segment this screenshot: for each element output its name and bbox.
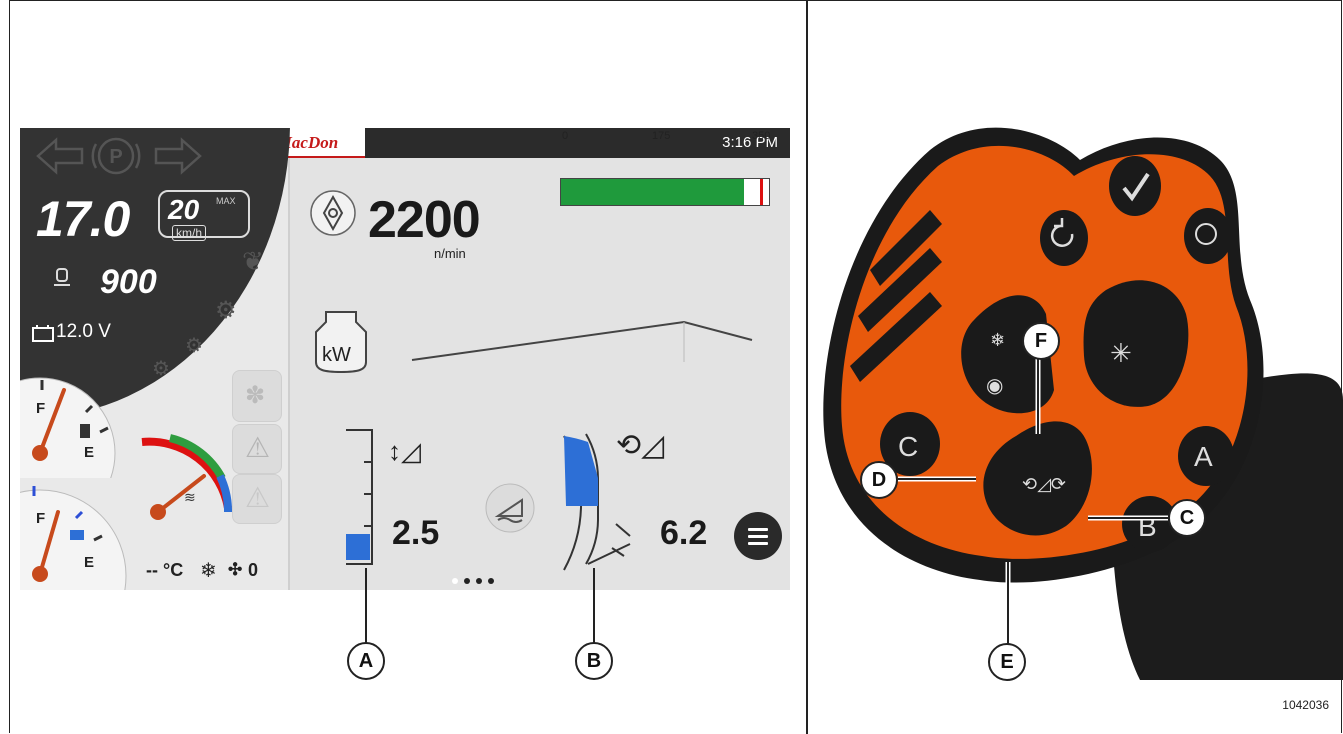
callout-d: D bbox=[860, 461, 898, 499]
joystick-callout-leaders bbox=[898, 358, 1168, 646]
callout-e: E bbox=[988, 643, 1026, 681]
panel-divider bbox=[806, 0, 808, 734]
callout-f: F bbox=[1022, 322, 1060, 360]
screen-callout-leaders bbox=[365, 568, 595, 644]
callout-a: A bbox=[347, 642, 385, 680]
callout-b: B bbox=[575, 642, 613, 680]
figure-number: 1042036 bbox=[1282, 698, 1329, 712]
callout-c: C bbox=[1168, 499, 1206, 537]
